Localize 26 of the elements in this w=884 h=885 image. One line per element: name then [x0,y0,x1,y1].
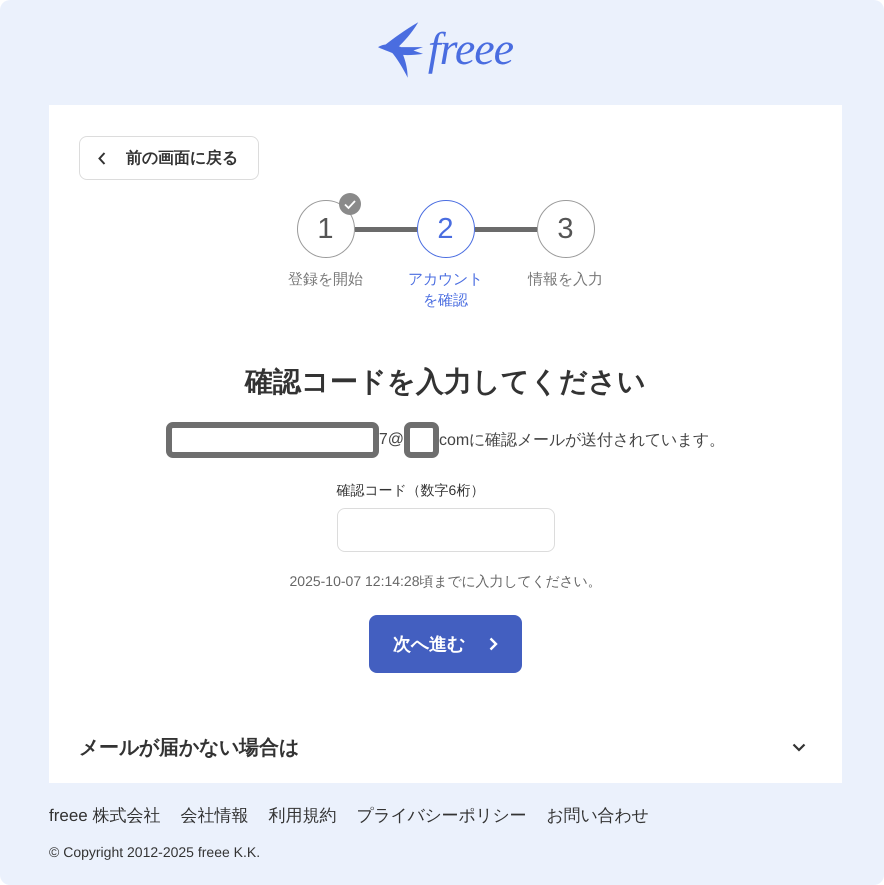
footer-link[interactable]: 利用規約 [268,804,336,826]
code-input-field[interactable] [336,508,554,552]
notice-text: 7@ [378,431,404,449]
footer-link[interactable]: 会社情報 [180,804,248,826]
step-label: アカウントを確認 [407,270,484,311]
field-label: 確認コード（数字6桁） [336,481,484,500]
next-button[interactable]: 次へ進む [369,615,522,673]
footer-link[interactable]: お問い合わせ [546,804,648,826]
deadline-text: 2025-10-07 12:14:28頃までに入力してください。 [290,572,602,591]
footer-link[interactable]: プライバシーポリシー [356,804,526,826]
bird-icon [378,22,424,78]
step-number: 3 [536,200,594,258]
copyright-text: © Copyright 2012-2025 freee K.K. [49,843,260,862]
step-label: 登録を開始 [288,270,363,290]
step-number: 2 [416,200,474,258]
chevron-left-icon [98,152,106,164]
footer-link[interactable]: freee 株式会社 [49,804,160,826]
notice-text: comに確認メールが送付されています。 [438,430,726,450]
step-label: 情報を入力 [528,270,603,290]
step-number: 1 [296,200,354,258]
page-heading: 確認コードを入力してください [245,365,646,399]
back-button[interactable]: 前の画面に戻る [79,136,259,180]
help-accordion[interactable]: メールが届かない場合は [79,712,812,782]
logo-wordmark: freee [428,26,514,72]
redaction-block [404,422,439,458]
chevron-right-icon [489,637,498,651]
